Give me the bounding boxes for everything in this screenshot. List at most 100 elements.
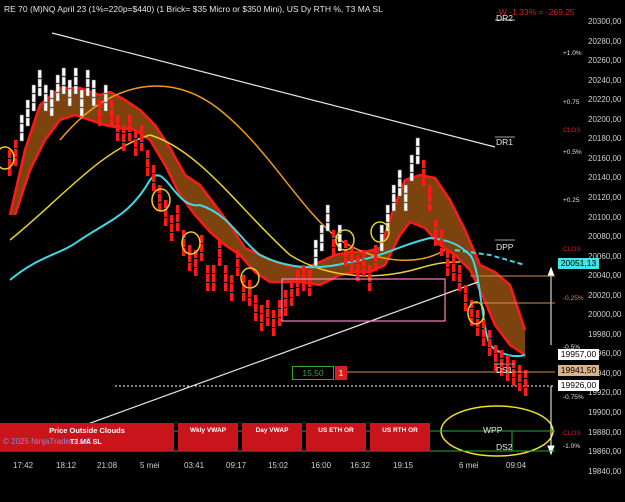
down-brick — [524, 370, 528, 378]
price-tick-label: 19880,00 — [588, 427, 622, 437]
order-qty-box[interactable]: 1 — [335, 366, 347, 380]
wkly-vwap-label: Wkly VWAP — [189, 427, 227, 434]
down-brick — [146, 168, 150, 176]
down-brick — [422, 169, 426, 177]
down-brick — [518, 374, 522, 382]
pct-label: +1.0% — [563, 50, 582, 57]
down-brick — [188, 263, 192, 271]
down-brick — [134, 148, 138, 156]
up-brick — [25, 117, 30, 127]
price-tick-label: 20160,00 — [588, 153, 622, 163]
time-label: 03:41 — [184, 461, 205, 470]
range-box — [281, 278, 446, 322]
down-brick — [212, 265, 216, 273]
down-brick — [332, 230, 336, 238]
down-brick — [278, 318, 282, 326]
time-label: 17:42 — [13, 461, 34, 470]
down-brick — [98, 118, 102, 126]
pct-label: -1.0% — [563, 443, 580, 450]
price-tick-label: 20100,00 — [588, 212, 622, 222]
down-brick — [434, 229, 438, 237]
up-brick — [19, 114, 24, 124]
us-rth-or-label: US RTH OR — [382, 427, 418, 434]
down-brick — [146, 159, 150, 167]
up-brick — [319, 233, 324, 243]
pct-label: +0.5% — [563, 149, 582, 156]
down-brick — [266, 309, 270, 317]
down-brick — [122, 125, 126, 133]
up-brick — [385, 213, 390, 223]
down-brick — [224, 283, 228, 291]
down-brick — [362, 268, 366, 276]
up-brick — [313, 239, 318, 249]
price-tick-label: 19860,00 — [588, 447, 622, 457]
up-brick — [379, 242, 384, 252]
time-label: 09:17 — [226, 461, 247, 470]
up-brick — [61, 67, 66, 77]
down-brick — [452, 264, 456, 272]
down-brick — [428, 185, 432, 193]
down-brick — [248, 289, 252, 297]
down-brick — [488, 348, 492, 356]
day-vwap-button[interactable]: Day VWAP — [242, 423, 302, 451]
down-brick — [344, 258, 348, 266]
down-brick — [368, 274, 372, 282]
down-brick — [8, 168, 12, 176]
order-price-box[interactable]: 15,50 — [292, 366, 334, 380]
up-brick — [79, 98, 84, 108]
up-brick — [31, 93, 36, 103]
down-brick — [248, 280, 252, 288]
down-brick — [176, 205, 180, 213]
down-brick — [236, 268, 240, 276]
down-brick — [512, 378, 516, 386]
down-brick — [212, 283, 216, 291]
down-brick — [446, 250, 450, 258]
up-brick — [103, 93, 108, 103]
up-brick — [391, 202, 396, 212]
down-brick — [458, 274, 462, 282]
us-eth-or-label: US ETH OR — [318, 427, 354, 434]
down-brick — [116, 133, 120, 141]
down-brick — [452, 273, 456, 281]
pct-label: CLOS — [563, 430, 581, 437]
down-brick — [170, 224, 174, 232]
down-brick — [110, 100, 114, 108]
down-brick — [482, 338, 486, 346]
up-brick — [73, 85, 78, 95]
up-brick — [61, 76, 66, 86]
up-brick — [31, 84, 36, 94]
up-brick — [319, 224, 324, 234]
up-brick — [37, 69, 42, 79]
down-brick — [206, 265, 210, 273]
wkly-vwap-button[interactable]: Wkly VWAP — [178, 423, 238, 451]
pct-label: +0.25 — [563, 197, 580, 204]
us-rth-or-button[interactable]: US RTH OR — [370, 423, 430, 451]
price-tick-label: 20020,00 — [588, 290, 622, 300]
down-brick — [524, 379, 528, 387]
down-brick — [122, 134, 126, 142]
up-brick — [67, 88, 72, 98]
pct-label: CLOS — [563, 246, 581, 253]
price-tag-cyan: 20051,13 — [558, 258, 599, 269]
down-brick — [374, 245, 378, 253]
price-tick-label: 19980,00 — [588, 329, 622, 339]
down-brick — [284, 299, 288, 307]
price-tick-label: 20040,00 — [588, 271, 622, 281]
up-brick — [85, 69, 90, 79]
price-outside-clouds-label: Price Outside Clouds — [49, 426, 125, 435]
down-brick — [254, 313, 258, 321]
up-brick — [85, 87, 90, 97]
down-brick — [356, 273, 360, 281]
up-brick — [79, 89, 84, 99]
time-label: 16:00 — [311, 461, 332, 470]
down-brick — [200, 253, 204, 261]
pct-label: -0.25% — [563, 295, 584, 302]
pct-label: -0.75% — [563, 394, 584, 401]
down-brick — [230, 293, 234, 301]
down-brick — [362, 259, 366, 267]
down-brick — [218, 249, 222, 257]
down-brick — [446, 259, 450, 267]
down-brick — [248, 298, 252, 306]
us-eth-or-button[interactable]: US ETH OR — [306, 423, 366, 451]
down-brick — [290, 280, 294, 288]
